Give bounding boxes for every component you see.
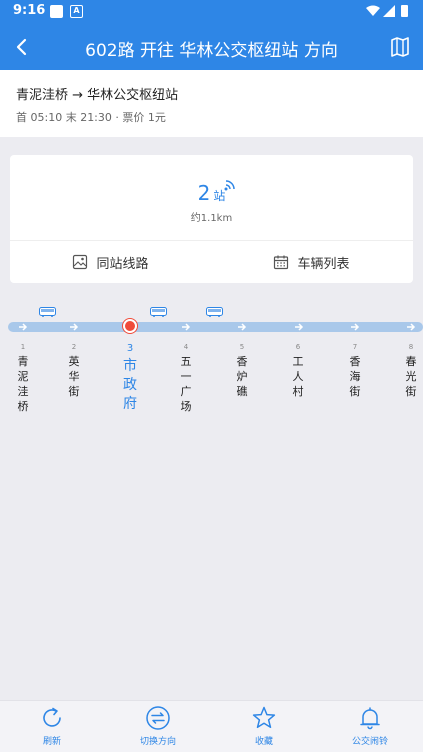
calendar-icon [274, 255, 289, 270]
stops-away: 2站 [10, 181, 413, 205]
direction-arrow-icon [19, 323, 28, 331]
stops-away-unit: 站 [213, 189, 226, 203]
stop-name: 香炉礁 [236, 355, 248, 398]
stop-index: 8 [408, 343, 414, 351]
same-station-lines-label: 同站线路 [96, 256, 149, 272]
realtime-signal-icon [224, 180, 235, 191]
stop-index: 5 [239, 343, 245, 351]
notification-icon [50, 5, 63, 18]
status-bar: 9:16 A [0, 0, 423, 24]
image-icon [73, 254, 88, 270]
stop-item[interactable]: 7 香海街 [347, 343, 363, 399]
stop-index: 7 [352, 343, 358, 351]
page-title: 602路 开往 华林公交枢纽站 方向 [85, 41, 338, 61]
bus-icon[interactable] [39, 307, 56, 317]
direction-arrow-icon [351, 323, 360, 331]
stop-item[interactable]: 1 青泥洼桥 [15, 343, 31, 414]
arrival-card: 2站 约1.1km 同站线路 车辆列表 [10, 155, 413, 283]
refresh-button[interactable]: 刷新 [7, 705, 97, 747]
route-endpoints: 青泥洼桥 → 华林公交枢纽站 [16, 88, 179, 103]
app-notification-icon: A [70, 5, 83, 18]
map-icon[interactable] [389, 36, 411, 58]
stop-name: 青泥洼桥 [17, 355, 29, 413]
bus-icon[interactable] [150, 307, 167, 317]
vehicle-list-label: 车辆列表 [297, 256, 350, 272]
stop-item[interactable]: 6 工人村 [290, 343, 306, 399]
stop-name: 五一广场 [180, 355, 192, 413]
stop-index: 4 [183, 343, 189, 351]
stop-name: 市政府 [123, 358, 137, 412]
stop-name: 英华街 [68, 355, 80, 398]
direction-arrow-icon [70, 323, 79, 331]
direction-arrow-icon [182, 323, 191, 331]
stop-item-current[interactable]: 3 市政府 [119, 343, 141, 414]
app-bar: 602路 开往 华林公交枢纽站 方向 [0, 24, 423, 70]
refresh-label: 刷新 [42, 737, 61, 747]
wifi-signal-battery-icon [366, 5, 408, 17]
stop-name: 春光街 [405, 355, 417, 398]
stop-index: 2 [71, 343, 77, 351]
stop-item[interactable]: 5 香炉礁 [234, 343, 250, 399]
stop-index: 3 [126, 343, 134, 354]
bottom-nav: 刷新 切换方向 收藏 公交闹铃 [0, 700, 423, 752]
direction-arrow-icon [295, 323, 304, 331]
direction-arrow-icon [407, 323, 416, 331]
back-arrow-icon[interactable] [8, 32, 36, 62]
stop-index: 1 [20, 343, 26, 351]
same-station-lines-button[interactable]: 同站线路 [10, 241, 211, 283]
favorite-label: 收藏 [254, 737, 273, 747]
arrival-distance: 约1.1km [190, 213, 233, 224]
switch-direction-button[interactable]: 切换方向 [113, 705, 203, 747]
status-time: 9:16 [13, 3, 46, 18]
route-info: 青泥洼桥 → 华林公交枢纽站 首 05:10 末 21:30 · 票价 1元 [0, 70, 423, 137]
bus-alarm-button[interactable]: 公交闹铃 [325, 705, 415, 747]
stop-item[interactable]: 4 五一广场 [178, 343, 194, 414]
stop-item[interactable]: 2 英华街 [66, 343, 82, 399]
switch-direction-label: 切换方向 [139, 737, 176, 747]
stop-name: 香海街 [349, 355, 361, 398]
stop-track: 1 青泥洼桥 2 英华街 3 市政府 4 五一广场 5 香炉礁 6 工人村 7 … [0, 300, 423, 440]
route-schedule: 首 05:10 末 21:30 · 票价 1元 [16, 111, 166, 124]
current-stop-marker [123, 319, 137, 333]
swap-direction-icon [146, 706, 170, 730]
star-icon [252, 706, 276, 729]
favorite-button[interactable]: 收藏 [219, 705, 309, 747]
bus-alarm-label: 公交闹铃 [351, 737, 388, 747]
bell-icon [360, 707, 380, 730]
stop-name: 工人村 [292, 355, 304, 398]
stop-item[interactable]: 8 春光街 [403, 343, 419, 399]
bus-icon[interactable] [206, 307, 223, 317]
stop-index: 6 [295, 343, 301, 351]
vehicle-list-button[interactable]: 车辆列表 [211, 241, 412, 283]
stops-away-count: 2 [197, 181, 211, 205]
refresh-icon [43, 707, 61, 727]
direction-arrow-icon [238, 323, 247, 331]
